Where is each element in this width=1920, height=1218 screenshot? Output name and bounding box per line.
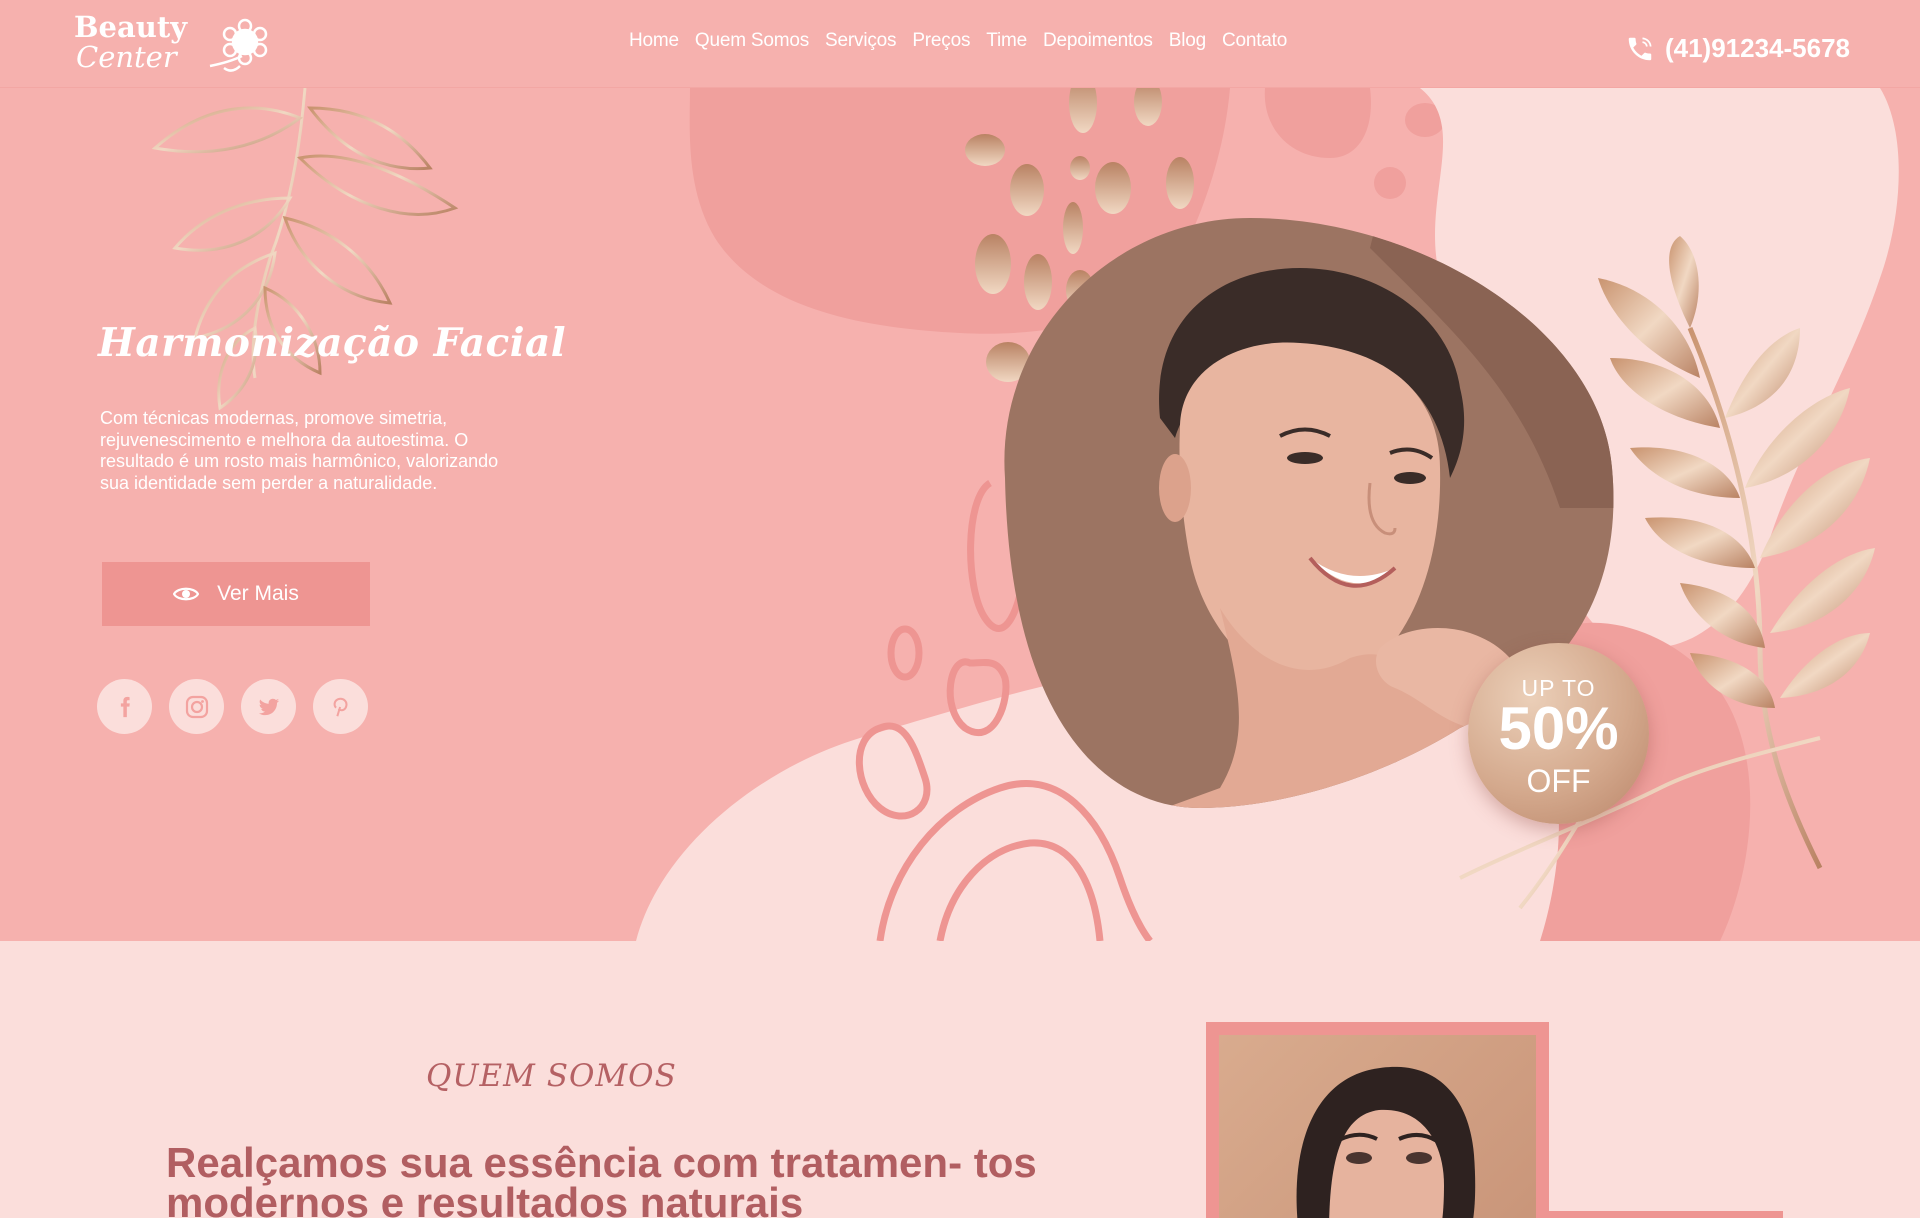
social-links [97,679,368,734]
about-photo-stripe [1549,1211,1783,1218]
phone-link[interactable]: (41)91234-5678 [1625,33,1850,64]
about-heading: Realçamos sua essência com tratamen- tos… [166,1139,1037,1218]
facebook-link[interactable] [97,679,152,734]
ver-mais-button[interactable]: Ver Mais [102,562,370,626]
about-section: QUEM SOMOS Realçamos sua essência com tr… [0,941,1920,1218]
logo-line-2: Center [76,40,177,74]
nav-time[interactable]: Time [986,30,1027,52]
instagram-link[interactable] [169,679,224,734]
facebook-icon [120,696,130,717]
twitter-link[interactable] [241,679,296,734]
flower-icon [209,18,268,72]
ver-mais-label: Ver Mais [217,582,299,605]
hero-description: Com técnicas modernas, promove simetria,… [100,408,499,493]
hero-title: Harmonização Facial [98,320,567,366]
about-eyebrow: QUEM SOMOS [426,1058,677,1094]
instagram-icon [185,695,208,718]
logo-line-1: Beauty [74,10,188,44]
eye-icon [173,587,200,601]
about-portrait [1296,1066,1476,1218]
pinterest-icon [333,697,348,716]
badge-line-3: OFF [1526,763,1591,799]
nav-blog[interactable]: Blog [1169,30,1206,52]
site-header: Beauty Center Home Quem Somos Serviços P… [0,0,1920,88]
hero-section: Harmonização Facial Com técnicas moderna… [0,88,1920,941]
badge-percent: 50% [1498,695,1619,762]
phone-icon [1628,37,1652,60]
nav-depoimentos[interactable]: Depoimentos [1043,30,1153,52]
phone-number: (41)91234-5678 [1664,33,1850,63]
about-photo [1219,1035,1536,1218]
logo-text: Beauty Center [74,12,187,72]
main-nav: Home Quem Somos Serviços Preços Time Dep… [629,30,1287,52]
nav-contato[interactable]: Contato [1222,30,1287,52]
hero-decoration [151,88,1899,941]
nav-servicos[interactable]: Serviços [825,30,896,52]
nav-quem-somos[interactable]: Quem Somos [695,30,809,52]
nav-precos[interactable]: Preços [912,30,970,52]
twitter-icon [258,698,279,715]
discount-badge: UP TO 50% OFF [1468,643,1649,824]
pinterest-link[interactable] [313,679,368,734]
brand-logo[interactable]: Beauty Center [74,12,274,78]
nav-home[interactable]: Home [629,30,679,52]
